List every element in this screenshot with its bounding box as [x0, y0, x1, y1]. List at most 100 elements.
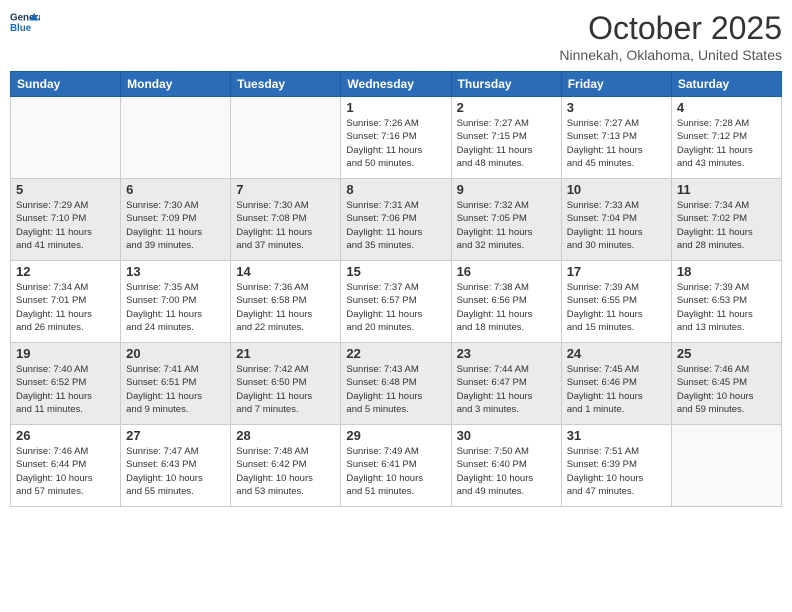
- calendar-cell: 9 Sunrise: 7:32 AMSunset: 7:05 PMDaylight…: [451, 179, 561, 261]
- day-info: Sunrise: 7:37 AMSunset: 6:57 PMDaylight:…: [346, 281, 445, 334]
- calendar-cell: 8 Sunrise: 7:31 AMSunset: 7:06 PMDaylight…: [341, 179, 451, 261]
- day-info: Sunrise: 7:28 AMSunset: 7:12 PMDaylight:…: [677, 117, 776, 170]
- page: General Blue October 2025 Ninnekah, Okla…: [0, 0, 792, 612]
- calendar-cell: 17Sunrise: 7:39 AMSunset: 6:55 PMDayligh…: [561, 261, 671, 343]
- calendar-cell: 24Sunrise: 7:45 AMSunset: 6:46 PMDayligh…: [561, 343, 671, 425]
- location: Ninnekah, Oklahoma, United States: [559, 47, 782, 63]
- week-row-3: 12Sunrise: 7:34 AMSunset: 7:01 PMDayligh…: [11, 261, 782, 343]
- calendar-cell: 25 Sunrise: 7:46 AMSunset: 6:45 PMDayligh…: [671, 343, 781, 425]
- day-info: Sunrise: 7:30 AMSunset: 7:08 PMDaylight:…: [236, 199, 335, 252]
- calendar-cell: 16 Sunrise: 7:38 AMSunset: 6:56 PMDayligh…: [451, 261, 561, 343]
- day-number: 23: [457, 346, 556, 361]
- calendar-cell: [121, 97, 231, 179]
- calendar-cell: [231, 97, 341, 179]
- calendar-cell: 1 Sunrise: 7:26 AMSunset: 7:16 PMDaylight…: [341, 97, 451, 179]
- calendar-cell: 3Sunrise: 7:27 AMSunset: 7:13 PMDaylight…: [561, 97, 671, 179]
- calendar-cell: 14Sunrise: 7:36 AMSunset: 6:58 PMDayligh…: [231, 261, 341, 343]
- weekday-header-wednesday: Wednesday: [341, 72, 451, 97]
- day-info: Sunrise: 7:34 AMSunset: 7:02 PMDaylight:…: [677, 199, 776, 252]
- day-info: Sunrise: 7:33 AMSunset: 7:04 PMDaylight:…: [567, 199, 666, 252]
- day-info: Sunrise: 7:27 AMSunset: 7:15 PMDaylight:…: [457, 117, 556, 170]
- day-number: 11: [677, 182, 776, 197]
- week-row-5: 26 Sunrise: 7:46 AMSunset: 6:44 PMDayligh…: [11, 425, 782, 507]
- day-number: 28: [236, 428, 335, 443]
- day-number: 10: [567, 182, 666, 197]
- day-number: 2: [457, 100, 556, 115]
- day-number: 27: [126, 428, 225, 443]
- day-number: 18: [677, 264, 776, 279]
- logo-icon: General Blue: [10, 10, 40, 34]
- day-info: Sunrise: 7:31 AMSunset: 7:06 PMDaylight:…: [346, 199, 445, 252]
- day-number: 4: [677, 100, 776, 115]
- day-info: Sunrise: 7:46 AMSunset: 6:44 PMDaylight:…: [16, 445, 115, 498]
- day-number: 1: [346, 100, 445, 115]
- day-number: 3: [567, 100, 666, 115]
- weekday-header-monday: Monday: [121, 72, 231, 97]
- week-row-1: 1 Sunrise: 7:26 AMSunset: 7:16 PMDaylight…: [11, 97, 782, 179]
- calendar-cell: 21 Sunrise: 7:42 AMSunset: 6:50 PMDayligh…: [231, 343, 341, 425]
- calendar-cell: 19Sunrise: 7:40 AMSunset: 6:52 PMDayligh…: [11, 343, 121, 425]
- week-row-4: 19Sunrise: 7:40 AMSunset: 6:52 PMDayligh…: [11, 343, 782, 425]
- day-info: Sunrise: 7:30 AMSunset: 7:09 PMDaylight:…: [126, 199, 225, 252]
- day-number: 7: [236, 182, 335, 197]
- day-info: Sunrise: 7:49 AMSunset: 6:41 PMDaylight:…: [346, 445, 445, 498]
- weekday-header-sunday: Sunday: [11, 72, 121, 97]
- day-info: Sunrise: 7:35 AMSunset: 7:00 PMDaylight:…: [126, 281, 225, 334]
- calendar-cell: 31 Sunrise: 7:51 AMSunset: 6:39 PMDayligh…: [561, 425, 671, 507]
- calendar-cell: 29 Sunrise: 7:49 AMSunset: 6:41 PMDayligh…: [341, 425, 451, 507]
- calendar-cell: 27 Sunrise: 7:47 AMSunset: 6:43 PMDayligh…: [121, 425, 231, 507]
- calendar-cell: 26 Sunrise: 7:46 AMSunset: 6:44 PMDayligh…: [11, 425, 121, 507]
- svg-text:Blue: Blue: [10, 23, 32, 34]
- day-number: 15: [346, 264, 445, 279]
- day-info: Sunrise: 7:42 AMSunset: 6:50 PMDaylight:…: [236, 363, 335, 416]
- day-info: Sunrise: 7:32 AMSunset: 7:05 PMDaylight:…: [457, 199, 556, 252]
- day-number: 13: [126, 264, 225, 279]
- day-number: 6: [126, 182, 225, 197]
- day-info: Sunrise: 7:43 AMSunset: 6:48 PMDaylight:…: [346, 363, 445, 416]
- calendar-cell: 18 Sunrise: 7:39 AMSunset: 6:53 PMDayligh…: [671, 261, 781, 343]
- logo: General Blue: [10, 10, 40, 34]
- day-number: 31: [567, 428, 666, 443]
- weekday-header-tuesday: Tuesday: [231, 72, 341, 97]
- day-info: Sunrise: 7:46 AMSunset: 6:45 PMDaylight:…: [677, 363, 776, 416]
- day-number: 20: [126, 346, 225, 361]
- calendar-cell: 5 Sunrise: 7:29 AMSunset: 7:10 PMDaylight…: [11, 179, 121, 261]
- calendar-cell: 22Sunrise: 7:43 AMSunset: 6:48 PMDayligh…: [341, 343, 451, 425]
- calendar-cell: [11, 97, 121, 179]
- calendar-cell: 20Sunrise: 7:41 AMSunset: 6:51 PMDayligh…: [121, 343, 231, 425]
- day-info: Sunrise: 7:44 AMSunset: 6:47 PMDaylight:…: [457, 363, 556, 416]
- day-number: 24: [567, 346, 666, 361]
- calendar-cell: 23 Sunrise: 7:44 AMSunset: 6:47 PMDayligh…: [451, 343, 561, 425]
- day-number: 16: [457, 264, 556, 279]
- day-number: 12: [16, 264, 115, 279]
- calendar-cell: 15 Sunrise: 7:37 AMSunset: 6:57 PMDayligh…: [341, 261, 451, 343]
- day-number: 21: [236, 346, 335, 361]
- day-info: Sunrise: 7:38 AMSunset: 6:56 PMDaylight:…: [457, 281, 556, 334]
- title-block: October 2025 Ninnekah, Oklahoma, United …: [559, 10, 782, 63]
- calendar-cell: 30Sunrise: 7:50 AMSunset: 6:40 PMDayligh…: [451, 425, 561, 507]
- calendar-cell: 2 Sunrise: 7:27 AMSunset: 7:15 PMDaylight…: [451, 97, 561, 179]
- calendar-cell: [671, 425, 781, 507]
- weekday-header-row: SundayMondayTuesdayWednesdayThursdayFrid…: [11, 72, 782, 97]
- day-number: 5: [16, 182, 115, 197]
- day-info: Sunrise: 7:51 AMSunset: 6:39 PMDaylight:…: [567, 445, 666, 498]
- weekday-header-friday: Friday: [561, 72, 671, 97]
- day-number: 25: [677, 346, 776, 361]
- day-number: 9: [457, 182, 556, 197]
- day-number: 26: [16, 428, 115, 443]
- day-info: Sunrise: 7:39 AMSunset: 6:53 PMDaylight:…: [677, 281, 776, 334]
- day-info: Sunrise: 7:47 AMSunset: 6:43 PMDaylight:…: [126, 445, 225, 498]
- day-number: 8: [346, 182, 445, 197]
- calendar-cell: 4 Sunrise: 7:28 AMSunset: 7:12 PMDaylight…: [671, 97, 781, 179]
- calendar-cell: 28Sunrise: 7:48 AMSunset: 6:42 PMDayligh…: [231, 425, 341, 507]
- day-info: Sunrise: 7:29 AMSunset: 7:10 PMDaylight:…: [16, 199, 115, 252]
- header: General Blue October 2025 Ninnekah, Okla…: [10, 10, 782, 63]
- day-number: 29: [346, 428, 445, 443]
- day-number: 14: [236, 264, 335, 279]
- weekday-header-saturday: Saturday: [671, 72, 781, 97]
- calendar-cell: 7 Sunrise: 7:30 AMSunset: 7:08 PMDaylight…: [231, 179, 341, 261]
- day-info: Sunrise: 7:40 AMSunset: 6:52 PMDaylight:…: [16, 363, 115, 416]
- calendar-cell: 11 Sunrise: 7:34 AMSunset: 7:02 PMDayligh…: [671, 179, 781, 261]
- day-info: Sunrise: 7:26 AMSunset: 7:16 PMDaylight:…: [346, 117, 445, 170]
- calendar-cell: 10 Sunrise: 7:33 AMSunset: 7:04 PMDayligh…: [561, 179, 671, 261]
